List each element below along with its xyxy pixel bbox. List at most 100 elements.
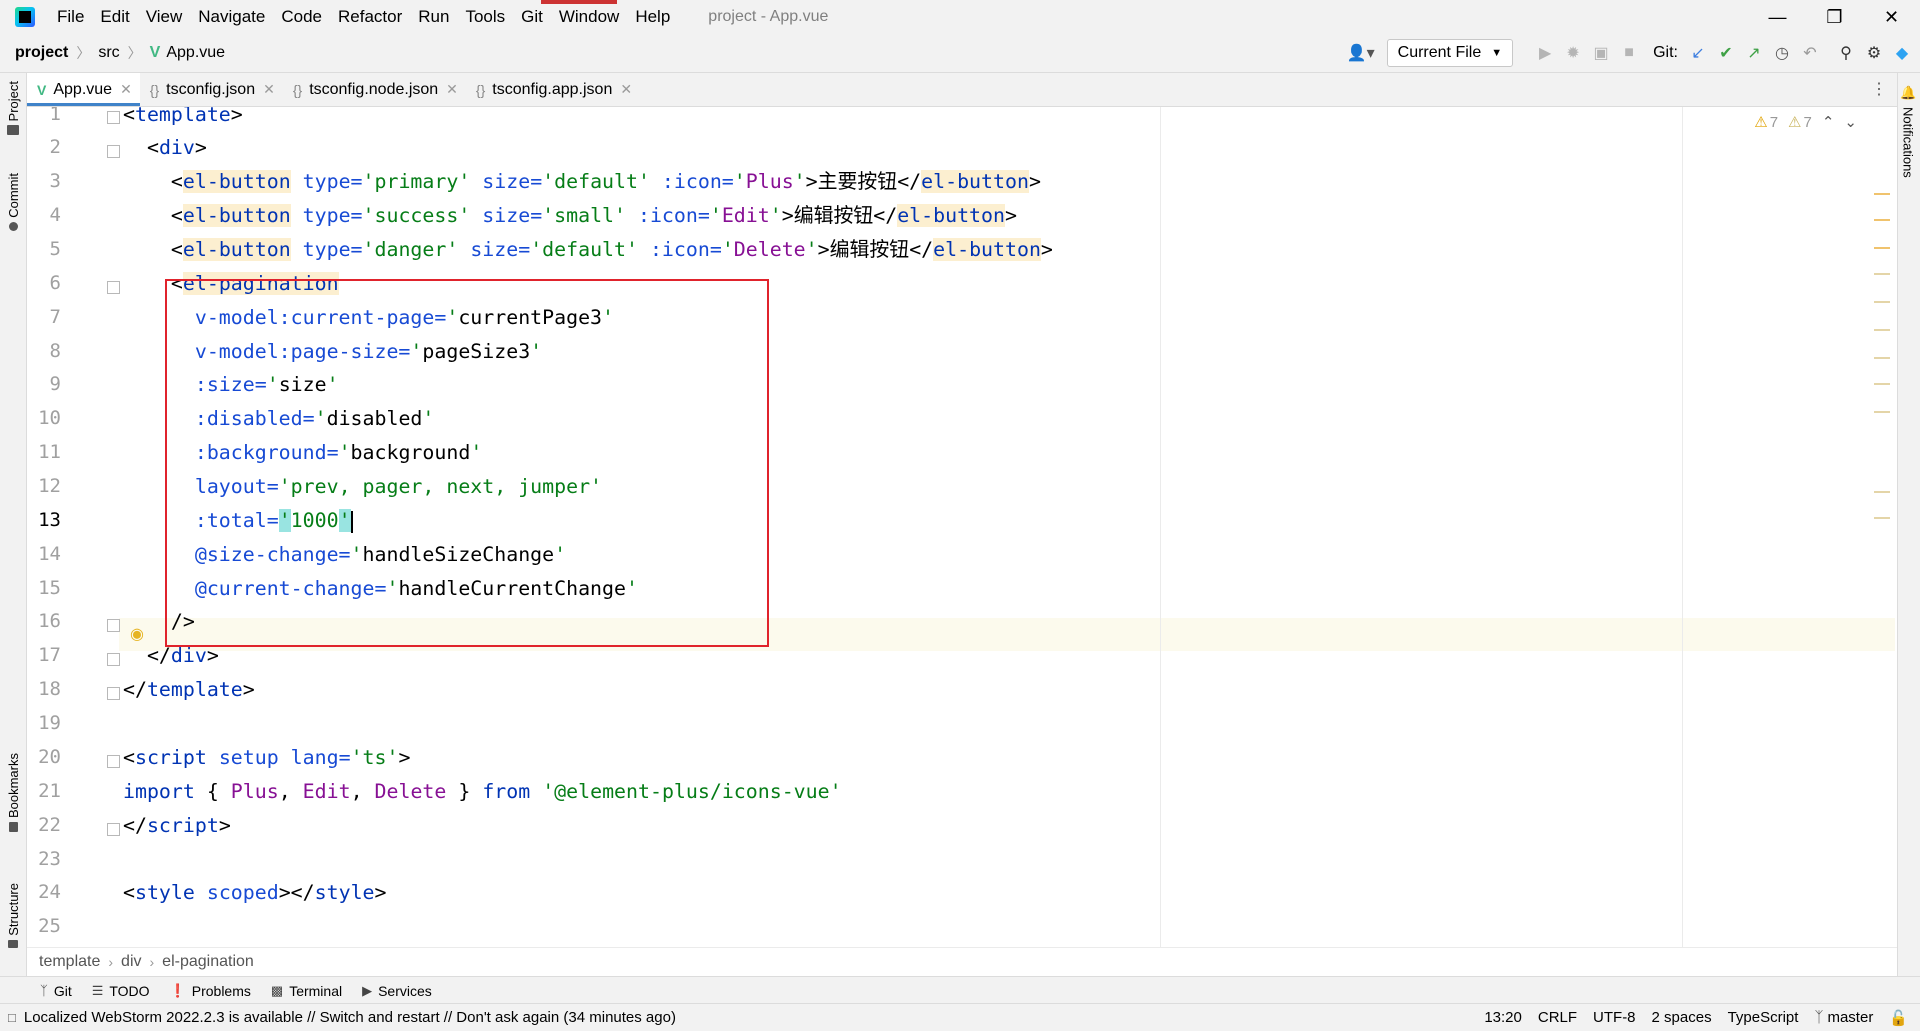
rollback-icon[interactable]: ↶ [1796,39,1824,67]
window-icon[interactable]: □ [8,1010,16,1025]
warning-stripe-mark[interactable] [1874,273,1890,275]
tab-tsconfig-app-json[interactable]: {} tsconfig.app.json ✕ [466,73,640,106]
inspection-widget[interactable]: ⚠ 7 ⚠ 7 ⌃ ⌄ [1754,113,1867,132]
code-editor[interactable]: 1 2 3 4 5 6 7 8 9 10 11 12 13 14 15 16 1… [27,107,1897,947]
warning-stripe-mark[interactable] [1874,301,1890,303]
previous-highlight-icon[interactable]: ⌃ [1822,113,1835,131]
run-configuration-dropdown[interactable]: Current File ▼ [1386,39,1514,67]
git-branch[interactable]: master [1827,1009,1873,1026]
warning-stripe-mark[interactable] [1874,383,1890,385]
debug-icon[interactable]: ✹ [1559,39,1587,67]
visual-guide [1682,107,1683,947]
warning-stripe-mark[interactable] [1874,491,1890,493]
tab-app-vue[interactable]: V App.vue ✕ [27,73,140,106]
fold-marker-icon[interactable] [107,281,120,294]
fold-marker-icon[interactable] [107,653,120,666]
webstorm-logo-icon[interactable] [15,7,35,27]
breadcrumb-el-pagination[interactable]: el-pagination [162,953,254,971]
warning-stripe-mark[interactable] [1874,329,1890,331]
menu-edit[interactable]: Edit [92,7,137,27]
breadcrumb-file[interactable]: App.vue [166,44,225,62]
fold-marker-icon[interactable] [107,111,120,124]
warning-stripe-mark[interactable] [1874,193,1890,195]
close-icon[interactable]: ✕ [620,81,632,98]
breadcrumb-template[interactable]: template [39,953,100,971]
lock-icon[interactable]: 🔓 [1889,1009,1908,1027]
close-icon[interactable]: ✕ [120,81,132,98]
caret-position[interactable]: 13:20 [1484,1009,1522,1026]
close-icon[interactable]: ✕ [446,81,458,98]
line-number: 10 [38,407,61,429]
close-icon[interactable]: ✕ [263,81,275,98]
fold-marker-icon[interactable] [107,755,120,768]
history-icon[interactable]: ◷ [1768,39,1796,67]
todo-tool-button[interactable]: ☰ TODO [92,983,150,999]
git-push-icon[interactable]: ↗ [1740,39,1768,67]
structure-tool-button[interactable]: Structure [0,883,26,948]
caret-down-icon: ▼ [1491,47,1503,59]
warning-stripe-mark[interactable] [1874,517,1890,519]
run-icon[interactable]: ▶ [1531,39,1559,67]
fold-marker-icon[interactable] [107,145,120,158]
warning-stripe-mark[interactable] [1874,411,1890,413]
menu-code[interactable]: Code [273,7,330,27]
menu-file[interactable]: File [49,7,92,27]
warning-stripe-mark[interactable] [1874,357,1890,359]
project-tool-button[interactable]: Project [0,81,26,136]
breadcrumb-project[interactable]: project [15,44,68,62]
line-number: 9 [49,373,61,395]
more-vertical-icon[interactable]: ⋮ [1871,79,1887,99]
user-icon[interactable]: 👤▾ [1347,42,1375,64]
restore-button[interactable]: ❐ [1806,0,1863,34]
tab-tsconfig-json[interactable]: {} tsconfig.json ✕ [140,73,283,106]
terminal-tool-button[interactable]: ▩ Terminal [271,983,342,999]
notifications-tool-button[interactable]: 🔔 Notifications [1900,85,1916,178]
git-update-icon[interactable]: ↙ [1684,39,1712,67]
minimize-button[interactable]: — [1749,0,1806,34]
menu-tools[interactable]: Tools [457,7,513,27]
problems-tool-button[interactable]: ❗ Problems [170,983,251,999]
stop-icon[interactable]: ■ [1615,39,1643,67]
indent-setting[interactable]: 2 spaces [1652,1009,1712,1026]
menu-run[interactable]: Run [410,7,457,27]
menu-window[interactable]: Window [551,7,627,27]
breadcrumb-src[interactable]: src [98,44,119,62]
line-number: 4 [49,204,61,226]
breadcrumb-div[interactable]: div [121,953,141,971]
fold-marker-icon[interactable] [107,687,120,700]
close-button[interactable]: ✕ [1863,0,1920,34]
line-separator[interactable]: CRLF [1538,1009,1577,1026]
fold-marker-icon[interactable] [107,619,120,632]
menu-refactor[interactable]: Refactor [330,7,410,27]
menu-git[interactable]: Git [513,7,551,27]
bookmarks-tool-button[interactable]: Bookmarks [0,753,26,833]
file-encoding[interactable]: UTF-8 [1593,1009,1636,1026]
menu-view[interactable]: View [138,7,191,27]
services-tool-button[interactable]: ▶ Services [362,983,432,999]
gear-icon[interactable]: ⚙ [1860,39,1888,67]
commit-tool-button[interactable]: Commit [0,173,26,231]
warning-stripe-mark[interactable] [1874,247,1890,249]
menu-navigate[interactable]: Navigate [190,7,273,27]
coverage-icon[interactable]: ▣ [1587,39,1615,67]
project-tool-label: Project [5,81,21,122]
right-tool-strip: 🔔 Notifications [1897,73,1920,976]
toolbox-icon[interactable]: ◆ [1888,39,1916,67]
folder-icon [7,125,19,136]
warning-stripe-mark[interactable] [1874,219,1890,221]
menu-help[interactable]: Help [627,7,678,27]
git-commit-icon[interactable]: ✔ [1712,39,1740,67]
language-service[interactable]: TypeScript [1728,1009,1799,1026]
git-tool-button[interactable]: ᛉ Git [40,983,72,999]
error-stripe[interactable] [1870,107,1892,947]
next-highlight-icon[interactable]: ⌄ [1844,113,1857,131]
editor-breadcrumbs: template › div › el-pagination [27,947,1897,976]
line-number: 25 [38,915,61,937]
tab-tsconfig-node-json[interactable]: {} tsconfig.node.json ✕ [283,73,466,106]
run-configuration-label: Current File [1397,44,1482,61]
code-line-5: <el-button type='danger' size='default' … [123,238,1053,261]
fold-marker-icon[interactable] [107,823,120,836]
services-tool-label: Services [378,982,432,999]
status-message[interactable]: Localized WebStorm 2022.2.3 is available… [24,1009,676,1026]
search-icon[interactable]: ⚲ [1832,39,1860,67]
